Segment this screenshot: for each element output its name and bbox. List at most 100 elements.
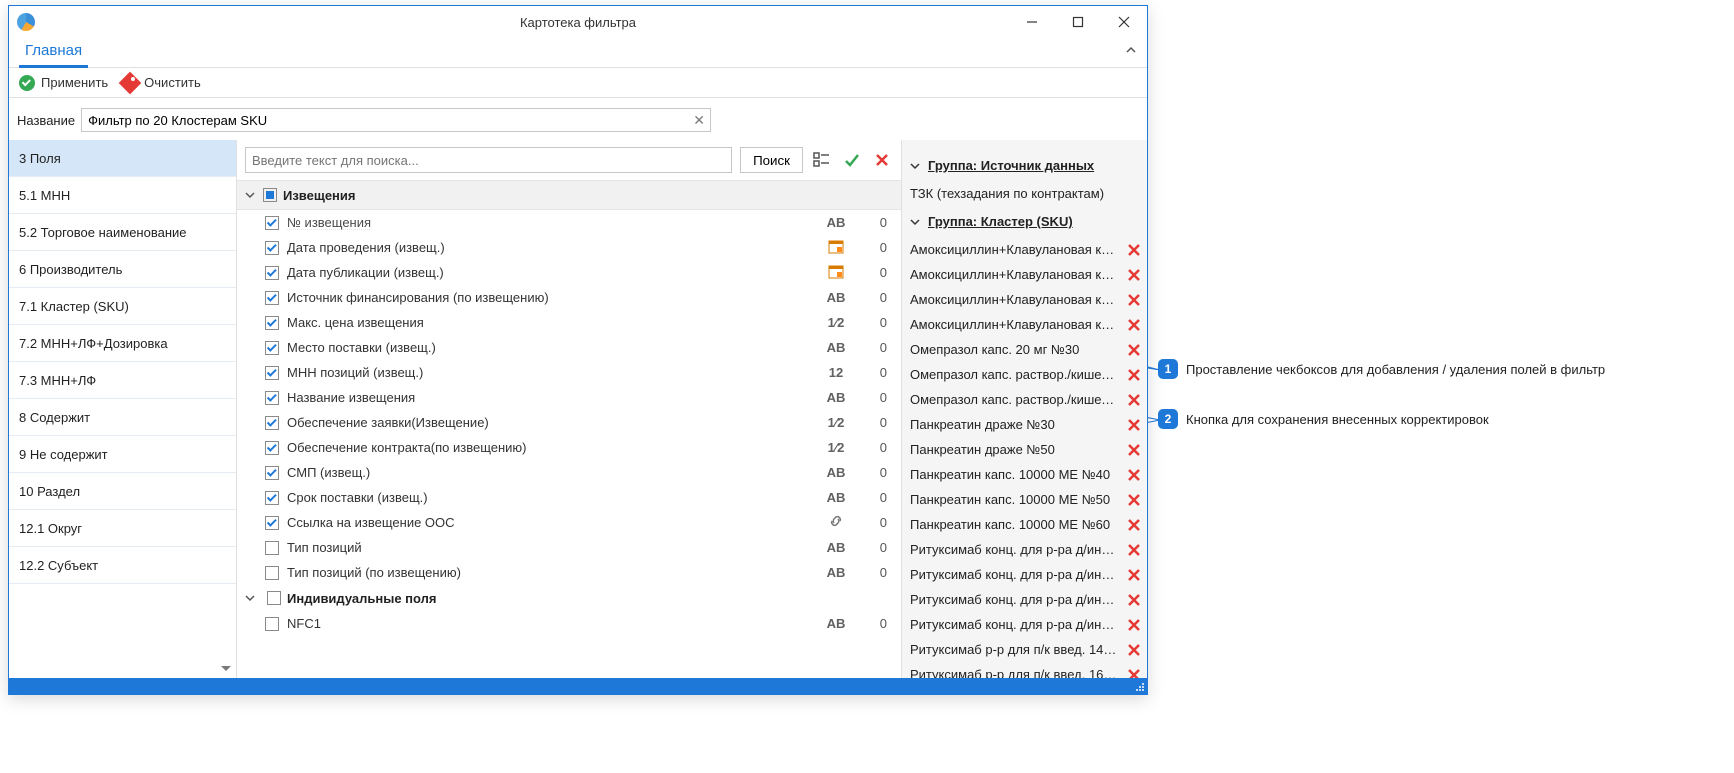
- cancel-icon[interactable]: [871, 149, 893, 171]
- filter-item-row: Панкреатин капс. 10000 МЕ №50: [910, 487, 1143, 512]
- remove-filter-icon[interactable]: [1125, 441, 1143, 459]
- ribbon-tabbar: Главная: [9, 38, 1147, 68]
- field-checkbox[interactable]: [265, 366, 279, 380]
- filter-group-header[interactable]: Группа: Кластер (SKU): [910, 214, 1143, 229]
- confirm-icon[interactable]: [841, 149, 863, 171]
- category-item[interactable]: 12.1 Округ: [9, 510, 236, 547]
- group-tristate-checkbox[interactable]: [263, 188, 277, 202]
- field-checkbox[interactable]: [265, 541, 279, 555]
- field-checkbox[interactable]: [265, 491, 279, 505]
- field-label[interactable]: Тип позиций (по извещению): [287, 565, 811, 580]
- field-checkbox[interactable]: [265, 241, 279, 255]
- category-item[interactable]: 5.1 МНН: [9, 177, 236, 214]
- field-label[interactable]: Обеспечение заявки(Извещение): [287, 415, 811, 430]
- filter-item-row: Панкреатин драже №30: [910, 412, 1143, 437]
- category-item[interactable]: 6 Производитель: [9, 251, 236, 288]
- field-label[interactable]: Ссылка на извещение ООС: [287, 515, 811, 530]
- remove-filter-icon[interactable]: [1125, 391, 1143, 409]
- field-checkbox[interactable]: [265, 466, 279, 480]
- category-item[interactable]: 7.2 МНН+ЛФ+Дозировка: [9, 325, 236, 362]
- category-item[interactable]: 3 Поля: [9, 140, 236, 177]
- field-label[interactable]: СМП (извещ.): [287, 465, 811, 480]
- field-checkbox[interactable]: [265, 291, 279, 305]
- callout-2: 2 Кнопка для сохранения внесенных коррек…: [1158, 409, 1489, 429]
- field-label[interactable]: Дата публикации (извещ.): [287, 265, 811, 280]
- maximize-button[interactable]: [1055, 6, 1101, 38]
- field-label[interactable]: Макс. цена извещения: [287, 315, 811, 330]
- category-item[interactable]: 8 Содержит: [9, 399, 236, 436]
- close-button[interactable]: [1101, 6, 1147, 38]
- field-checkbox[interactable]: [265, 566, 279, 580]
- remove-filter-icon[interactable]: [1125, 666, 1143, 679]
- field-row: Тип позиций АВ 0: [237, 535, 901, 560]
- remove-filter-icon[interactable]: [1125, 616, 1143, 634]
- tab-main[interactable]: Главная: [19, 38, 88, 68]
- field-checkbox[interactable]: [265, 341, 279, 355]
- field-checkbox[interactable]: [265, 266, 279, 280]
- field-label[interactable]: Тип позиций: [287, 540, 811, 555]
- field-checkbox[interactable]: [265, 316, 279, 330]
- remove-filter-icon[interactable]: [1125, 316, 1143, 334]
- fields-tree[interactable]: № извещения АВ 0 Дата проведения (извещ.…: [237, 210, 901, 678]
- tree-group2-header[interactable]: Индивидуальные поля: [237, 585, 901, 611]
- category-item[interactable]: 5.2 Торговое наименование: [9, 214, 236, 251]
- columns-config-icon[interactable]: [811, 149, 833, 171]
- field-checkbox[interactable]: [265, 391, 279, 405]
- field-label[interactable]: Источник финансирования (по извещению): [287, 290, 811, 305]
- remove-filter-icon[interactable]: [1125, 491, 1143, 509]
- remove-filter-icon[interactable]: [1125, 341, 1143, 359]
- remove-filter-icon[interactable]: [1125, 516, 1143, 534]
- text-type-icon: АВ: [827, 215, 846, 230]
- search-input[interactable]: [245, 147, 732, 173]
- field-label[interactable]: NFC1: [287, 616, 811, 631]
- field-label[interactable]: Дата проведения (извещ.): [287, 240, 811, 255]
- field-label[interactable]: Место поставки (извещ.): [287, 340, 811, 355]
- remove-filter-icon[interactable]: [1125, 266, 1143, 284]
- fraction-type-icon: 1⁄2: [828, 440, 845, 455]
- caret-down-icon[interactable]: [910, 217, 922, 227]
- tree-group-header[interactable]: Извещения: [237, 180, 901, 210]
- field-label[interactable]: Срок поставки (извещ.): [287, 490, 811, 505]
- caret-down-icon[interactable]: [245, 593, 257, 603]
- field-checkbox[interactable]: [265, 216, 279, 230]
- app-logo-icon: [17, 13, 35, 31]
- callout-2-badge: 2: [1158, 409, 1178, 429]
- remove-filter-icon[interactable]: [1125, 641, 1143, 659]
- remove-filter-icon[interactable]: [1125, 241, 1143, 259]
- field-checkbox[interactable]: [265, 516, 279, 530]
- scroll-down-icon[interactable]: [218, 660, 234, 676]
- clear-name-icon[interactable]: ✕: [688, 112, 710, 129]
- field-checkbox[interactable]: [265, 617, 279, 631]
- collapse-ribbon-icon[interactable]: [1125, 44, 1137, 59]
- field-count: 0: [861, 465, 891, 480]
- remove-filter-icon[interactable]: [1125, 541, 1143, 559]
- remove-filter-icon[interactable]: [1125, 566, 1143, 584]
- caret-down-icon[interactable]: [245, 190, 257, 200]
- clear-button[interactable]: Очистить: [122, 75, 201, 91]
- category-item[interactable]: 7.3 МНН+ЛФ: [9, 362, 236, 399]
- caret-down-icon[interactable]: [910, 161, 922, 171]
- field-label[interactable]: МНН позиций (извещ.): [287, 365, 811, 380]
- remove-filter-icon[interactable]: [1125, 466, 1143, 484]
- field-label[interactable]: Название извещения: [287, 390, 811, 405]
- minimize-button[interactable]: [1009, 6, 1055, 38]
- category-item[interactable]: 12.2 Субъект: [9, 547, 236, 584]
- filter-group-header[interactable]: Группа: Источник данных: [910, 158, 1143, 173]
- field-checkbox[interactable]: [265, 441, 279, 455]
- remove-filter-icon[interactable]: [1125, 291, 1143, 309]
- window-footer: [9, 678, 1147, 694]
- search-button[interactable]: Поиск: [740, 147, 803, 173]
- apply-button[interactable]: Применить: [19, 75, 108, 91]
- category-item[interactable]: 10 Раздел: [9, 473, 236, 510]
- category-item[interactable]: 9 Не содержит: [9, 436, 236, 473]
- filter-name-input[interactable]: [82, 113, 688, 128]
- category-item[interactable]: 7.1 Кластер (SKU): [9, 288, 236, 325]
- group2-checkbox[interactable]: [267, 591, 281, 605]
- remove-filter-icon[interactable]: [1125, 366, 1143, 384]
- filter-group-title: Группа: Кластер (SKU): [928, 214, 1073, 229]
- remove-filter-icon[interactable]: [1125, 591, 1143, 609]
- field-checkbox[interactable]: [265, 416, 279, 430]
- field-label[interactable]: Обеспечение контракта(по извещению): [287, 440, 811, 455]
- remove-filter-icon[interactable]: [1125, 416, 1143, 434]
- field-label[interactable]: № извещения: [287, 215, 811, 230]
